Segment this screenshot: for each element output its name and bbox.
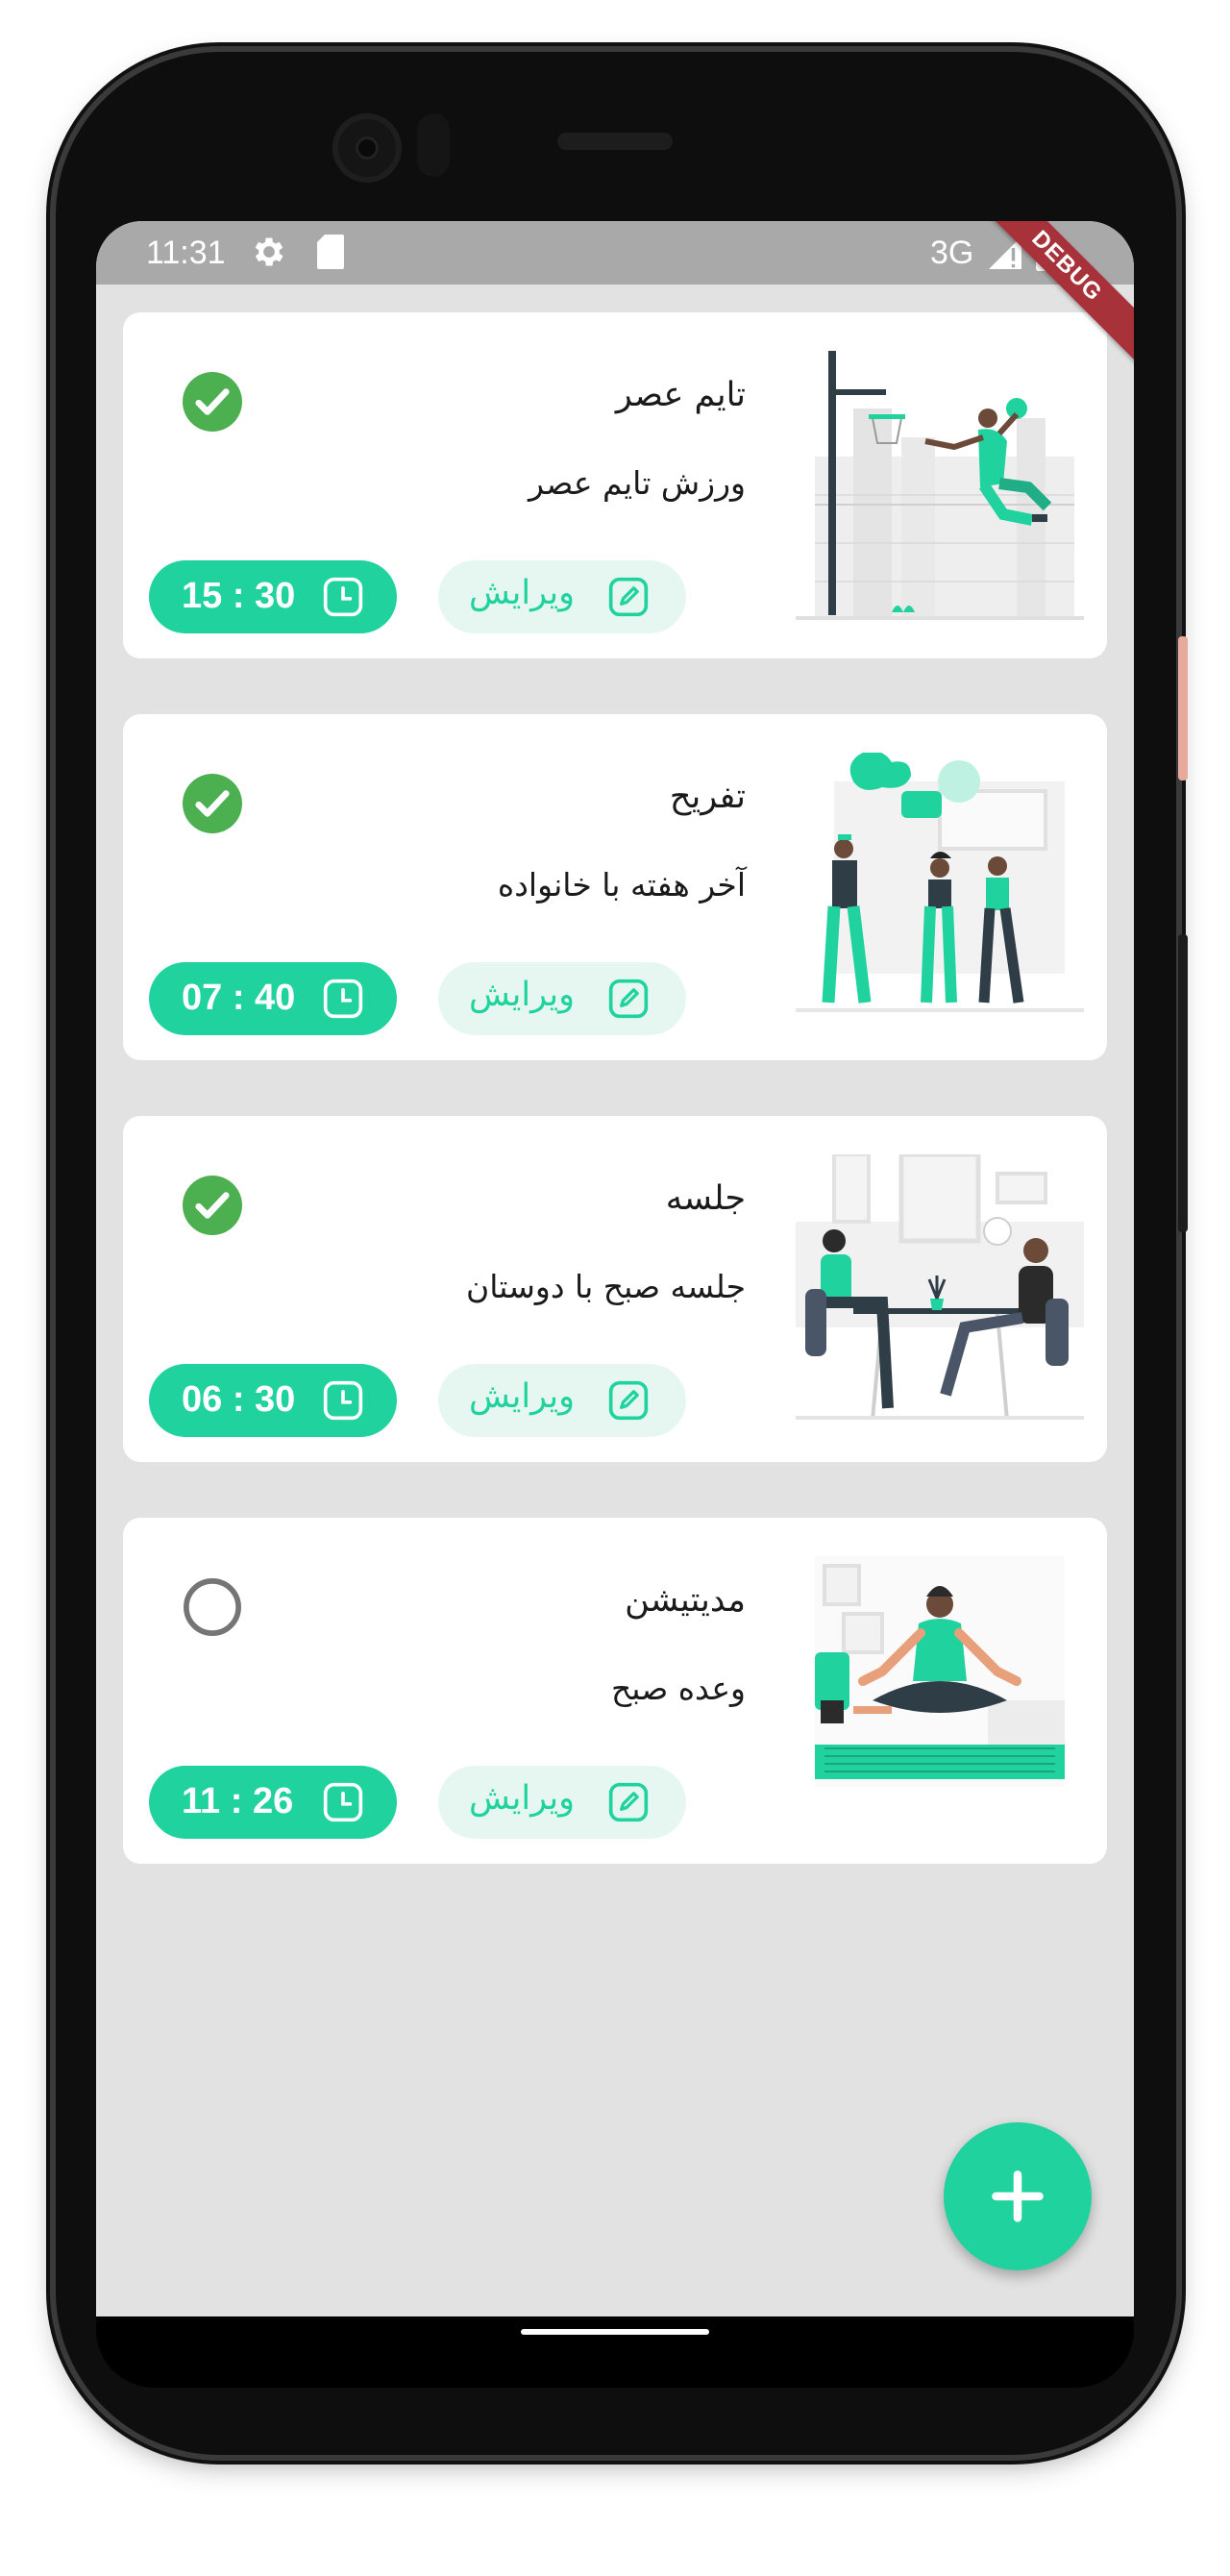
time-button[interactable]: 06 : 30 xyxy=(149,1364,397,1437)
edit-icon xyxy=(608,1782,649,1822)
task-card[interactable]: جلسه جلسه صبح با دوستان 06 : 30 ویرایش xyxy=(123,1116,1107,1462)
add-task-button[interactable] xyxy=(944,2122,1092,2270)
edit-label: ویرایش xyxy=(469,1377,576,1416)
app-screen: 11:31 3G DEBUG تایم عصر ورزش تایم عصر 15… xyxy=(96,221,1134,2316)
status-time: 11:31 xyxy=(146,235,226,271)
task-time: 15 : 30 xyxy=(182,576,296,616)
clock-icon xyxy=(323,978,363,1019)
check-icon[interactable] xyxy=(183,372,242,432)
edit-button[interactable]: ویرایش xyxy=(438,962,686,1035)
edit-icon xyxy=(608,978,649,1019)
task-title: جلسه xyxy=(665,1179,746,1218)
task-subtitle: آخر هفته با خانواده xyxy=(497,866,746,904)
task-title: تفریح xyxy=(669,778,746,816)
navigation-bar xyxy=(96,2316,1134,2388)
earpiece-speaker xyxy=(557,133,673,150)
friends-gathering-illustration xyxy=(796,753,1084,1012)
task-time: 07 : 40 xyxy=(182,978,296,1018)
network-type: 3G xyxy=(930,235,974,271)
clock-icon xyxy=(323,577,363,617)
edit-icon xyxy=(608,1380,649,1421)
sd-card-icon xyxy=(317,235,344,269)
task-title: تایم عصر xyxy=(615,376,746,414)
edit-label: ویرایش xyxy=(469,976,576,1014)
proximity-sensor xyxy=(417,113,450,177)
time-button[interactable]: 11 : 26 xyxy=(149,1766,397,1839)
check-icon[interactable] xyxy=(183,774,242,833)
plus-icon xyxy=(992,2170,1044,2222)
gear-icon xyxy=(255,237,283,266)
task-card[interactable]: مدیتیشن وعده صبح 11 : 26 ویرایش xyxy=(123,1518,1107,1864)
edit-label: ویرایش xyxy=(469,574,576,612)
task-subtitle: ورزش تایم عصر xyxy=(529,464,746,502)
task-card[interactable]: تفریح آخر هفته با خانواده 07 : 40 ویرایش xyxy=(123,714,1107,1060)
clock-icon xyxy=(323,1380,363,1421)
unchecked-circle-icon[interactable] xyxy=(183,1577,242,1637)
volume-button xyxy=(1178,934,1188,1232)
edit-button[interactable]: ویرایش xyxy=(438,1364,686,1437)
basketball-illustration xyxy=(796,351,1084,620)
clock-icon xyxy=(323,1782,363,1822)
task-time: 06 : 30 xyxy=(182,1379,296,1420)
edit-icon xyxy=(608,577,649,617)
edit-label: ویرایش xyxy=(469,1779,576,1818)
check-icon[interactable] xyxy=(183,1176,242,1235)
edit-button[interactable]: ویرایش xyxy=(438,1766,686,1839)
status-bar: 11:31 3G xyxy=(96,221,1134,285)
meeting-illustration xyxy=(796,1154,1084,1421)
time-button[interactable]: 15 : 30 xyxy=(149,560,397,633)
edit-button[interactable]: ویرایش xyxy=(438,560,686,633)
task-title: مدیتیشن xyxy=(625,1581,746,1620)
front-camera xyxy=(332,113,402,183)
task-subtitle: وعده صبح xyxy=(610,1670,746,1707)
task-card[interactable]: تایم عصر ورزش تایم عصر 15 : 30 ویرایش xyxy=(123,312,1107,658)
home-handle[interactable] xyxy=(521,2329,709,2335)
power-button xyxy=(1178,636,1188,780)
time-button[interactable]: 07 : 40 xyxy=(149,962,397,1035)
task-subtitle: جلسه صبح با دوستان xyxy=(466,1268,746,1305)
meditation-illustration xyxy=(815,1556,1065,1787)
task-time: 11 : 26 xyxy=(182,1781,294,1821)
